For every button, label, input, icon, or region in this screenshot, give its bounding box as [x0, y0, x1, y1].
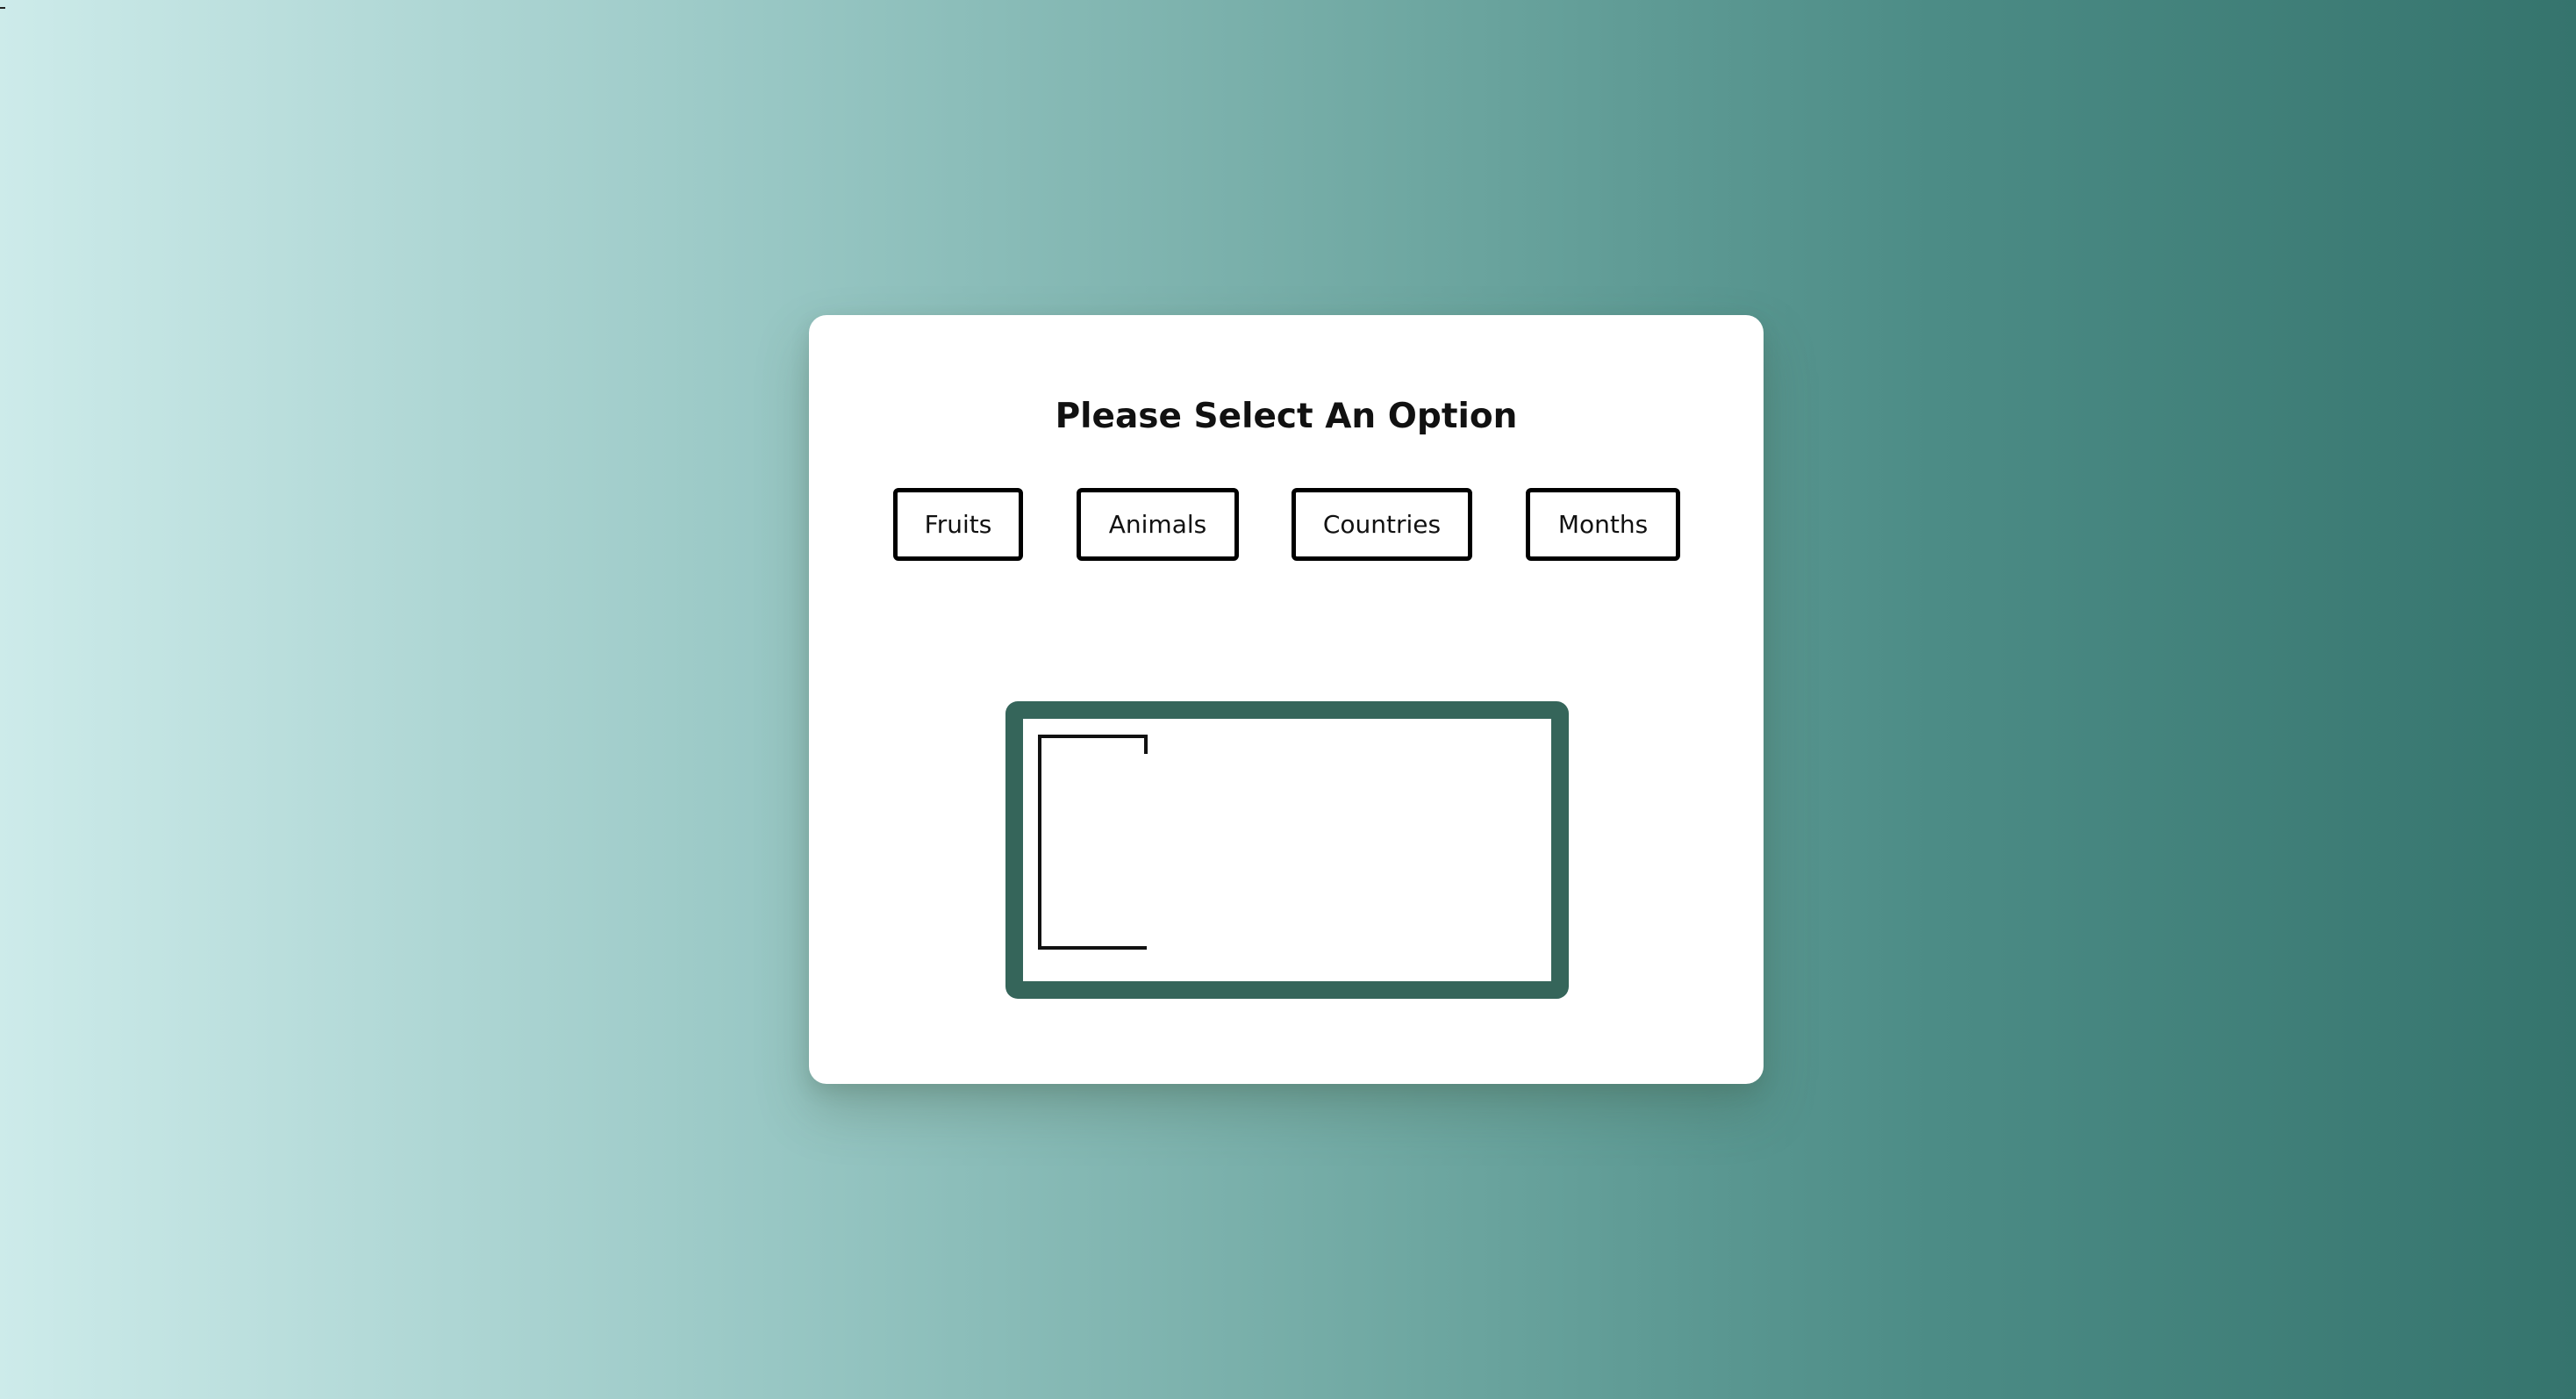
display-area	[1005, 701, 1569, 999]
animals-button[interactable]: Animals	[1077, 488, 1239, 561]
open-rectangle-drawing-icon	[1038, 735, 1148, 950]
corner-mark	[0, 7, 5, 9]
selection-card: Please Select An Option Fruits Animals C…	[809, 315, 1764, 1084]
months-button[interactable]: Months	[1526, 488, 1680, 561]
countries-button[interactable]: Countries	[1292, 488, 1472, 561]
page-title: Please Select An Option	[1055, 397, 1518, 436]
fruits-button[interactable]: Fruits	[893, 488, 1023, 561]
drawing-line	[1038, 735, 1148, 950]
